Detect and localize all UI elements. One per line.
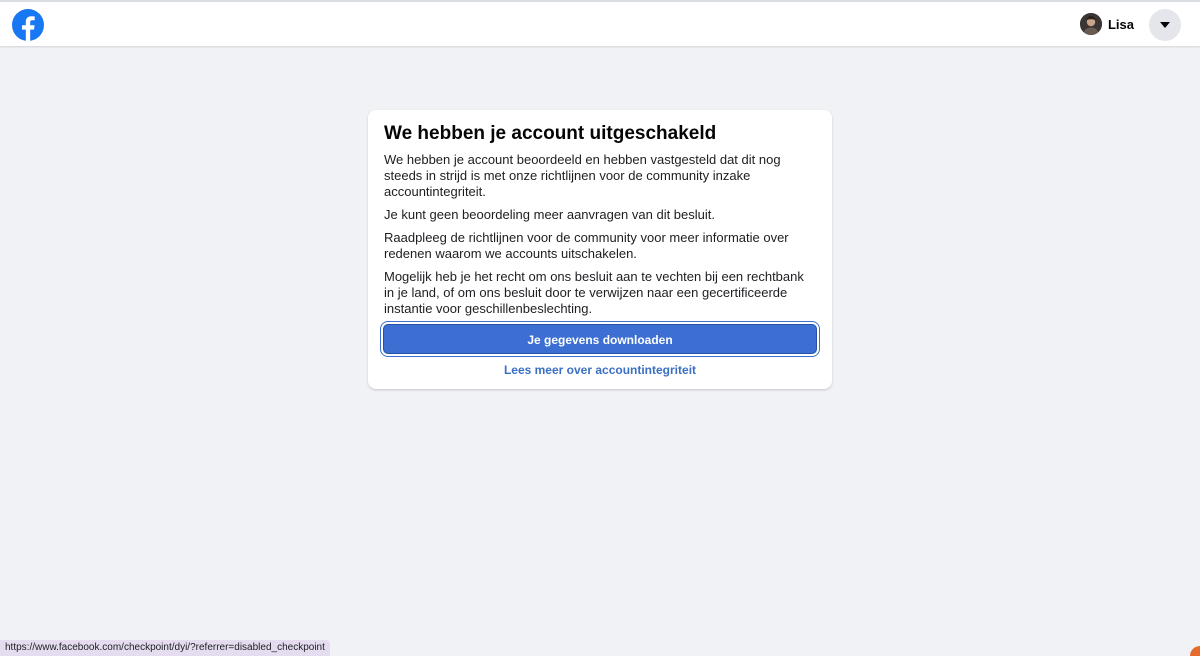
caret-down-icon (1159, 16, 1171, 34)
facebook-logo-icon[interactable] (12, 9, 44, 41)
download-data-button[interactable]: Je gegevens downloaden (383, 324, 817, 354)
legal-rights-text: Mogelijk heb je het recht om ons besluit… (384, 269, 804, 316)
review-result-text: We hebben je account beoordeeld en hebbe… (384, 152, 781, 199)
profile-button[interactable]: Lisa (1076, 10, 1142, 38)
top-navigation-bar: Lisa (0, 0, 1200, 46)
profile-name: Lisa (1107, 16, 1134, 32)
no-review-text: Je kunt geen beoordeling meer aanvragen … (384, 207, 715, 222)
browser-status-bar: https://www.facebook.com/checkpoint/dyi/… (0, 640, 330, 656)
page-title: We hebben je account uitgeschakeld (384, 123, 717, 144)
guidelines-text: Raadpleeg de richtlijnen voor de communi… (384, 230, 789, 261)
account-disabled-card: We hebben je account uitgeschakeld We he… (368, 110, 832, 389)
account-menu-button[interactable] (1149, 9, 1181, 41)
avatar (1079, 13, 1102, 35)
window-corner-accent (1190, 646, 1200, 656)
learn-more-link[interactable]: Lees meer over accountintegriteit (384, 363, 816, 377)
